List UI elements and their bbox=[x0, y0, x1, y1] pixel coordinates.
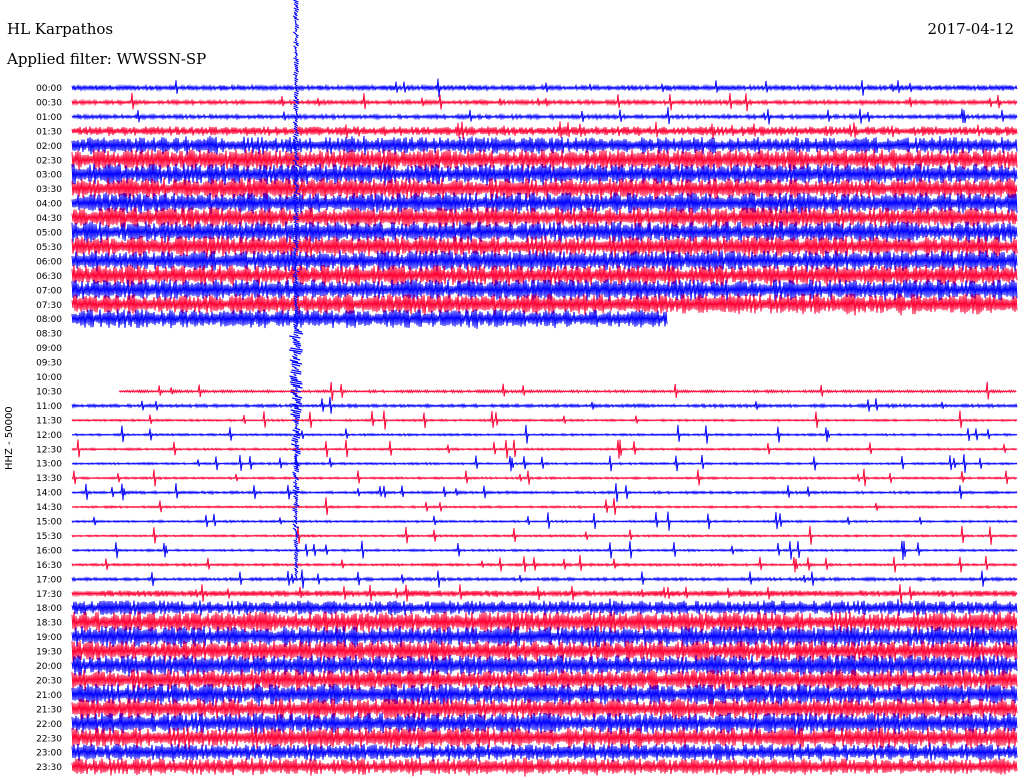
row-label: 02:30 bbox=[36, 156, 62, 166]
row-label: 18:30 bbox=[36, 619, 62, 629]
row-label: 09:30 bbox=[36, 359, 62, 369]
trace-1300 bbox=[71, 453, 1018, 474]
row-label: 06:30 bbox=[36, 272, 62, 282]
row-label: 14:00 bbox=[36, 489, 62, 499]
row-label: 03:00 bbox=[36, 171, 62, 181]
row-label: 20:30 bbox=[36, 676, 62, 686]
trace-1500 bbox=[71, 511, 1018, 531]
row-label: 13:30 bbox=[36, 474, 62, 484]
row-label: 16:30 bbox=[36, 561, 62, 571]
row-label: 16:00 bbox=[36, 546, 62, 556]
row-label: 09:00 bbox=[36, 344, 62, 354]
row-label: 11:30 bbox=[36, 416, 62, 426]
row-label: 10:00 bbox=[36, 373, 62, 383]
row-label: 19:30 bbox=[36, 648, 62, 658]
trace-1730 bbox=[71, 584, 1018, 604]
row-label: 03:30 bbox=[36, 185, 62, 195]
row-label: 21:00 bbox=[36, 691, 62, 701]
row-label: 02:00 bbox=[36, 142, 62, 152]
trace-1630 bbox=[71, 554, 1018, 573]
row-label: 01:00 bbox=[36, 113, 62, 123]
row-label: 21:30 bbox=[36, 705, 62, 715]
row-label: 12:30 bbox=[36, 445, 62, 455]
row-label: 13:00 bbox=[36, 460, 62, 470]
row-label: 15:30 bbox=[36, 532, 62, 542]
row-label: 01:30 bbox=[36, 127, 62, 137]
trace-1230 bbox=[71, 439, 1018, 459]
row-label: 05:30 bbox=[36, 243, 62, 253]
row-label: 06:00 bbox=[36, 257, 62, 267]
row-label: 15:00 bbox=[36, 518, 62, 528]
trace-1100 bbox=[71, 396, 1018, 414]
row-label: 08:00 bbox=[36, 315, 62, 325]
trace-1130 bbox=[71, 410, 1018, 430]
row-label: 07:00 bbox=[36, 286, 62, 296]
trace-2330 bbox=[71, 757, 1018, 777]
row-label: 05:00 bbox=[36, 229, 62, 239]
row-label: 17:30 bbox=[36, 590, 62, 600]
row-label: 17:00 bbox=[36, 575, 62, 585]
row-label: 00:30 bbox=[36, 98, 62, 108]
trace-1030 bbox=[118, 381, 1017, 401]
row-label: 22:30 bbox=[36, 734, 62, 744]
helicorder-plot: 00:00 00:30 01:00 01:30 02:00 02:30 03:00 03:30… bbox=[36, 0, 1018, 777]
row-label: 08:30 bbox=[36, 330, 62, 340]
trace-0030 bbox=[71, 92, 1018, 112]
trace-1400 bbox=[71, 483, 1018, 503]
row-label: 19:00 bbox=[36, 633, 62, 643]
trace-1200 bbox=[71, 424, 1018, 444]
row-label: 12:00 bbox=[36, 431, 62, 441]
row-label: 11:00 bbox=[36, 402, 62, 412]
trace-2300 bbox=[71, 742, 1018, 762]
trace-1330 bbox=[71, 468, 1018, 487]
trace-0000 bbox=[71, 78, 1018, 98]
row-label: 20:00 bbox=[36, 662, 62, 672]
row-label: 04:00 bbox=[36, 200, 62, 210]
row-label: 23:30 bbox=[36, 763, 62, 773]
row-label: 14:30 bbox=[36, 503, 62, 513]
row-label: 23:00 bbox=[36, 749, 62, 759]
trace-1600 bbox=[71, 540, 1018, 560]
row-label: 07:30 bbox=[36, 301, 62, 311]
row-label: 04:30 bbox=[36, 214, 62, 224]
trace-1530 bbox=[71, 525, 1018, 545]
trace-0100 bbox=[71, 107, 1018, 125]
row-label: 22:00 bbox=[36, 720, 62, 730]
trace-0130 bbox=[71, 121, 1018, 140]
trace-1430 bbox=[71, 497, 1018, 516]
row-label: 00:00 bbox=[36, 84, 62, 94]
row-label: 10:30 bbox=[36, 387, 62, 397]
row-label: 18:00 bbox=[36, 604, 62, 614]
trace-0800 bbox=[71, 309, 668, 329]
trace-1700 bbox=[71, 569, 1018, 589]
